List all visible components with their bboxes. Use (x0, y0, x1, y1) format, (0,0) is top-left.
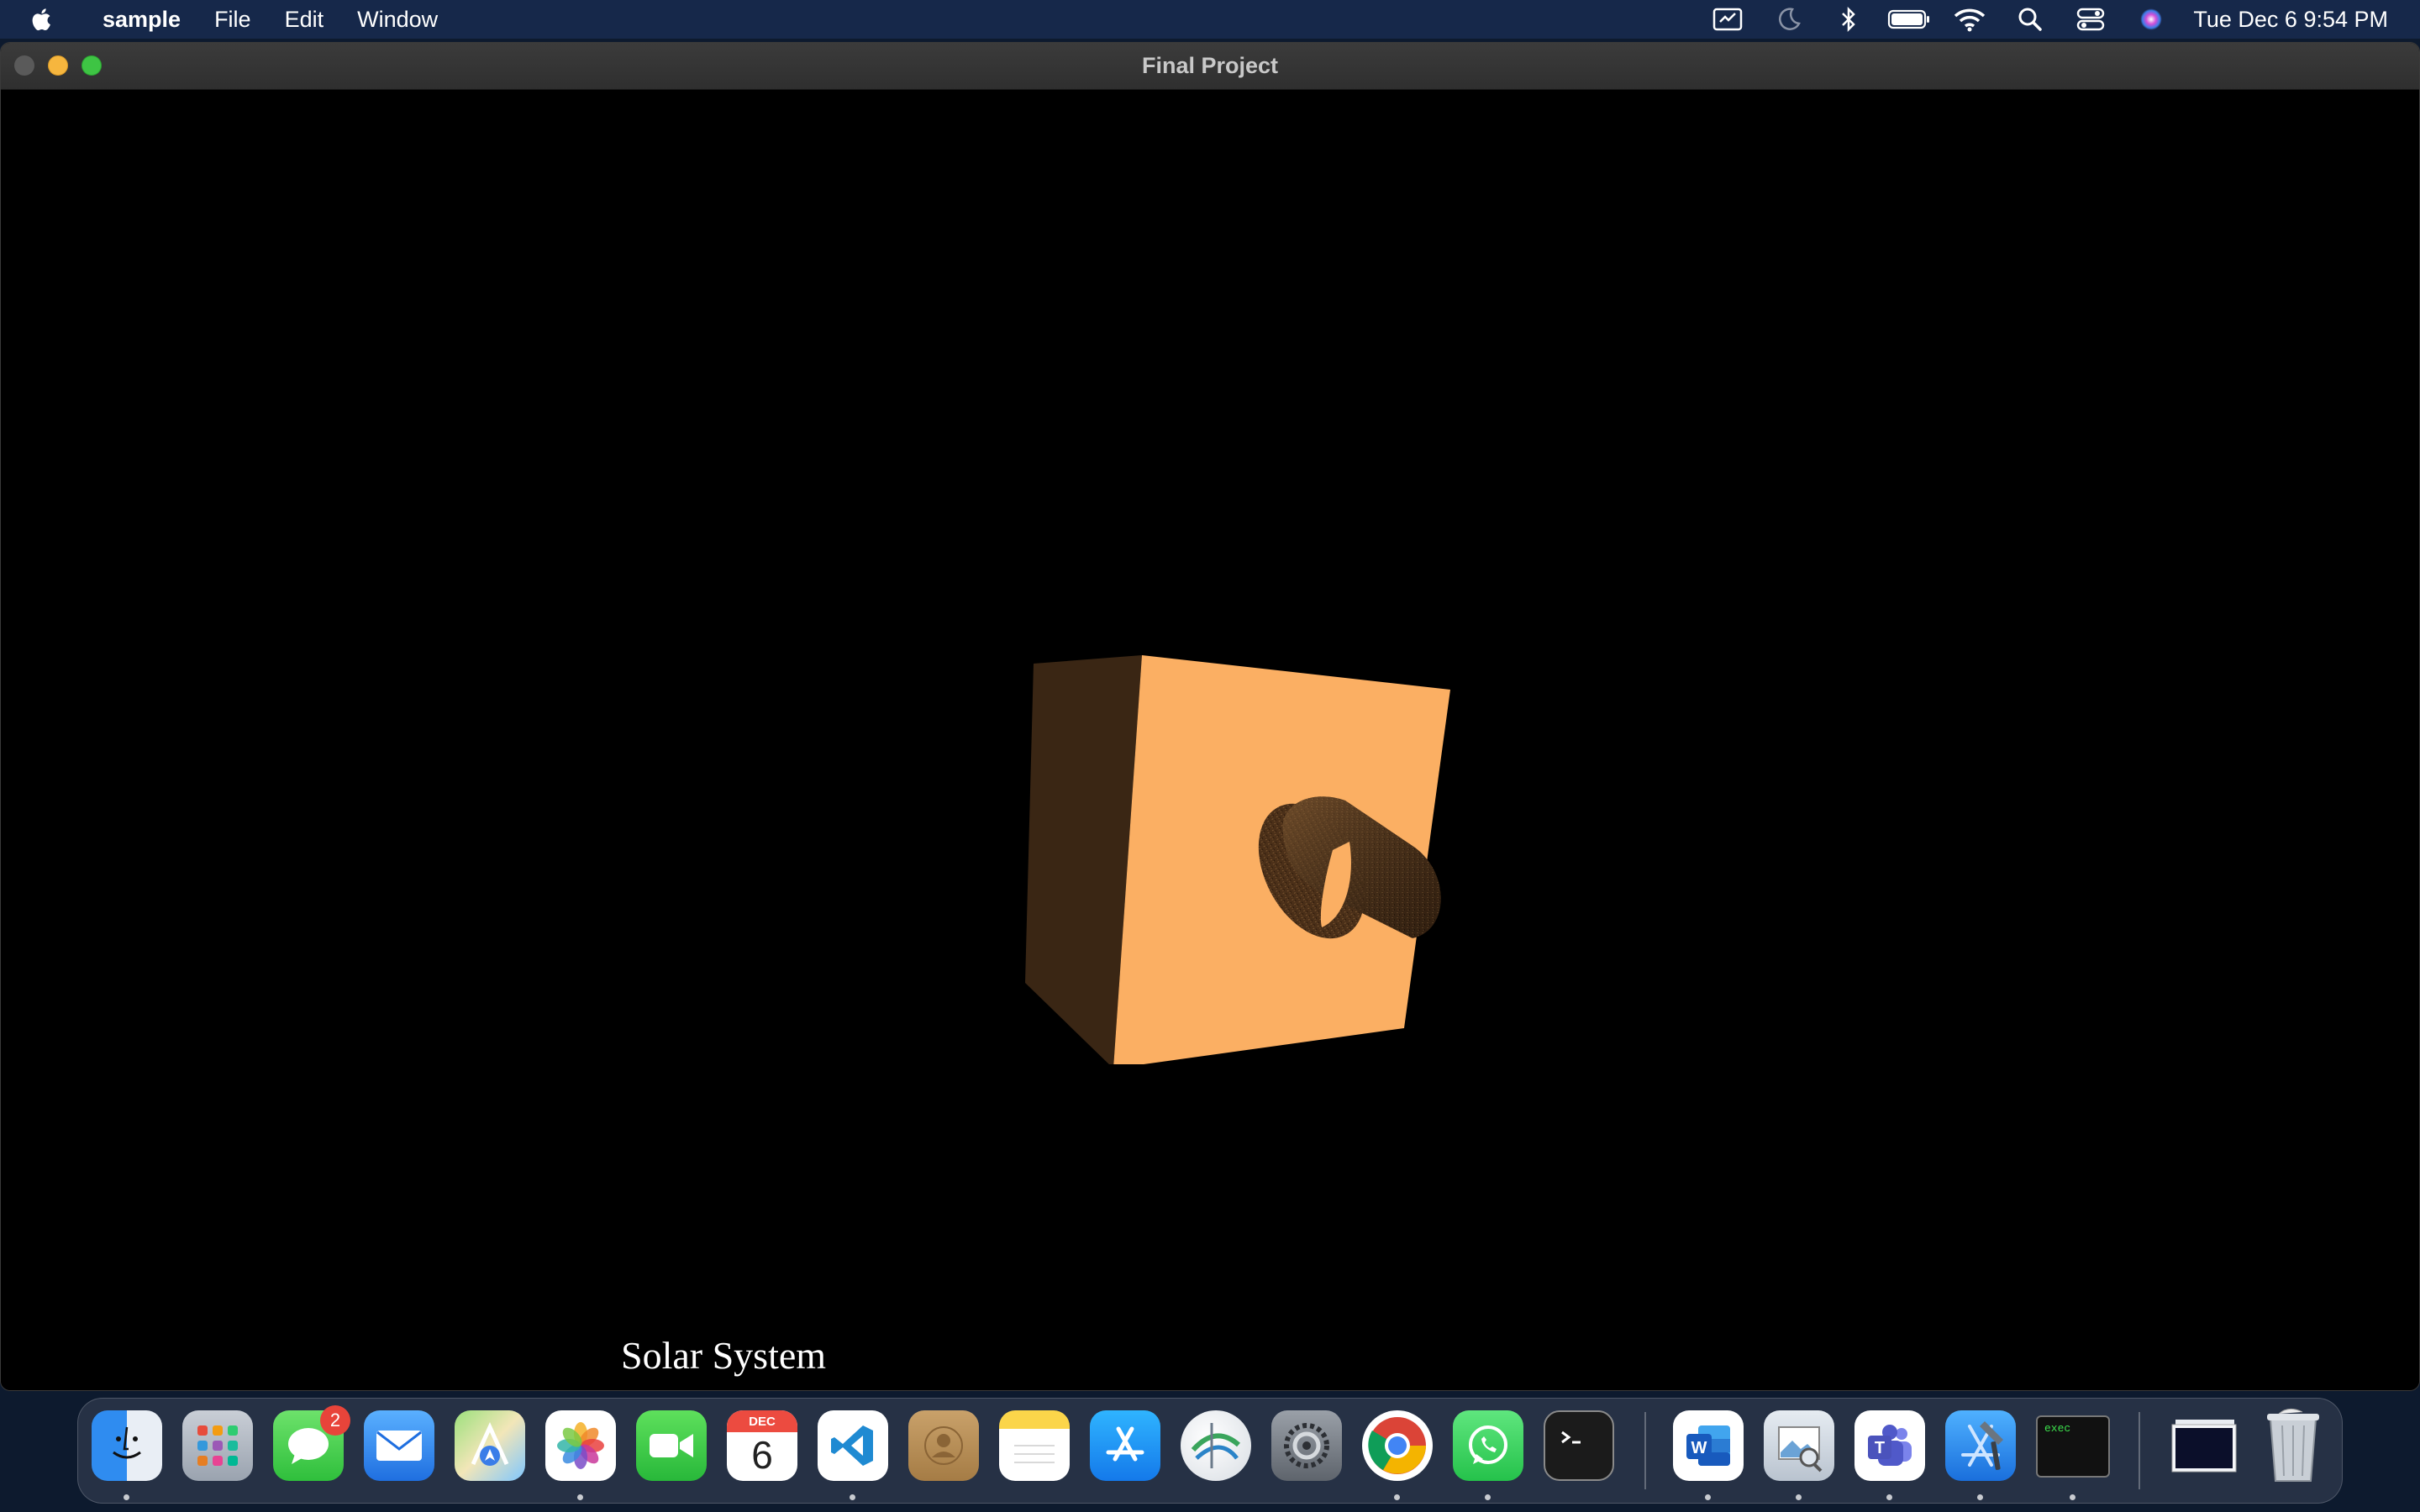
menu-file[interactable]: File (197, 0, 268, 39)
teams-icon[interactable]: T (1854, 1410, 1925, 1481)
window-title: Final Project (1141, 53, 1279, 78)
focus-moon-icon[interactable] (1758, 0, 1818, 39)
exec-label: exec (2044, 1422, 2071, 1435)
messages-icon[interactable]: 2 (273, 1405, 350, 1481)
finder-icon[interactable] (92, 1410, 162, 1481)
word-icon[interactable]: W (1673, 1410, 1744, 1481)
contacts-icon[interactable] (908, 1410, 979, 1481)
app-window: Final Project Solar System (0, 42, 2420, 1391)
dock-separator (1644, 1412, 1646, 1489)
chrome-icon[interactable] (1362, 1410, 1433, 1481)
calendar-month-label: DEC (727, 1410, 797, 1432)
launchpad-icon[interactable] (182, 1410, 253, 1481)
xcode-running-indicator (1977, 1494, 1983, 1500)
menu-window[interactable]: Window (340, 0, 455, 39)
apple-menu-icon[interactable] (0, 0, 86, 39)
spotlight-search-icon[interactable] (2000, 0, 2060, 39)
menu-bar-clock[interactable]: Tue Dec 6 9:54 PM (2193, 7, 2388, 33)
photos-running-indicator (577, 1494, 583, 1500)
minimize-window-button[interactable] (48, 55, 68, 76)
exec-terminal-window-icon[interactable]: exec (2036, 1415, 2110, 1478)
menu-edit[interactable]: Edit (268, 0, 341, 39)
preview-running-indicator (1796, 1494, 1802, 1500)
vscode-running-indicator (850, 1494, 855, 1500)
maps-icon[interactable] (455, 1410, 525, 1481)
close-window-button[interactable] (14, 55, 34, 76)
visual-studio-code-icon[interactable] (818, 1410, 888, 1481)
menu-bar: sample File Edit Window Tue Dec 6 9:54 P… (0, 0, 2420, 39)
teams-running-indicator (1886, 1494, 1892, 1500)
notes-icon[interactable] (999, 1410, 1070, 1481)
chrome-running-indicator (1394, 1494, 1400, 1500)
opengl-canvas[interactable]: Solar System (1, 90, 2419, 1390)
app-menu[interactable]: sample (86, 0, 197, 39)
screen-mirroring-icon[interactable] (1697, 0, 1758, 39)
dock-separator-2 (2139, 1412, 2140, 1489)
word-running-indicator (1705, 1494, 1711, 1500)
preview-icon[interactable] (1764, 1410, 1834, 1481)
rendered-scene (1025, 655, 1450, 1064)
zoom-window-button[interactable] (82, 55, 102, 76)
whatsapp-running-indicator (1485, 1494, 1491, 1500)
app-store-icon[interactable] (1090, 1410, 1160, 1481)
xcode-icon[interactable] (1945, 1410, 2016, 1481)
scene-caption: Solar System (621, 1334, 827, 1377)
facetime-icon[interactable] (636, 1410, 707, 1481)
trash-icon[interactable] (2258, 1409, 2328, 1482)
exec-running-indicator (2070, 1494, 2075, 1500)
photos-icon[interactable] (545, 1410, 616, 1481)
siri-icon[interactable] (2121, 0, 2181, 39)
calendar-icon[interactable]: DEC 6 (727, 1410, 797, 1481)
dock: 2 DEC 6 W T exec (77, 1398, 2343, 1504)
control-center-icon[interactable] (2060, 0, 2121, 39)
window-titlebar[interactable]: Final Project (1, 43, 2419, 90)
finder-running-indicator (124, 1494, 129, 1500)
whatsapp-icon[interactable] (1453, 1410, 1523, 1481)
downloads-stack-icon[interactable] (2167, 1415, 2241, 1478)
bluetooth-icon[interactable] (1818, 0, 1879, 39)
messages-unread-badge: 2 (320, 1405, 350, 1436)
network-utility-icon[interactable] (1181, 1410, 1251, 1481)
battery-icon[interactable] (1879, 0, 1939, 39)
terminal-icon[interactable] (1544, 1410, 1614, 1481)
wifi-icon[interactable] (1939, 0, 2000, 39)
svg-text:W: W (1691, 1439, 1707, 1457)
svg-text:T: T (1875, 1439, 1885, 1457)
system-preferences-icon[interactable] (1271, 1410, 1342, 1481)
mail-icon[interactable] (364, 1410, 434, 1481)
calendar-day-label: 6 (751, 1433, 773, 1477)
